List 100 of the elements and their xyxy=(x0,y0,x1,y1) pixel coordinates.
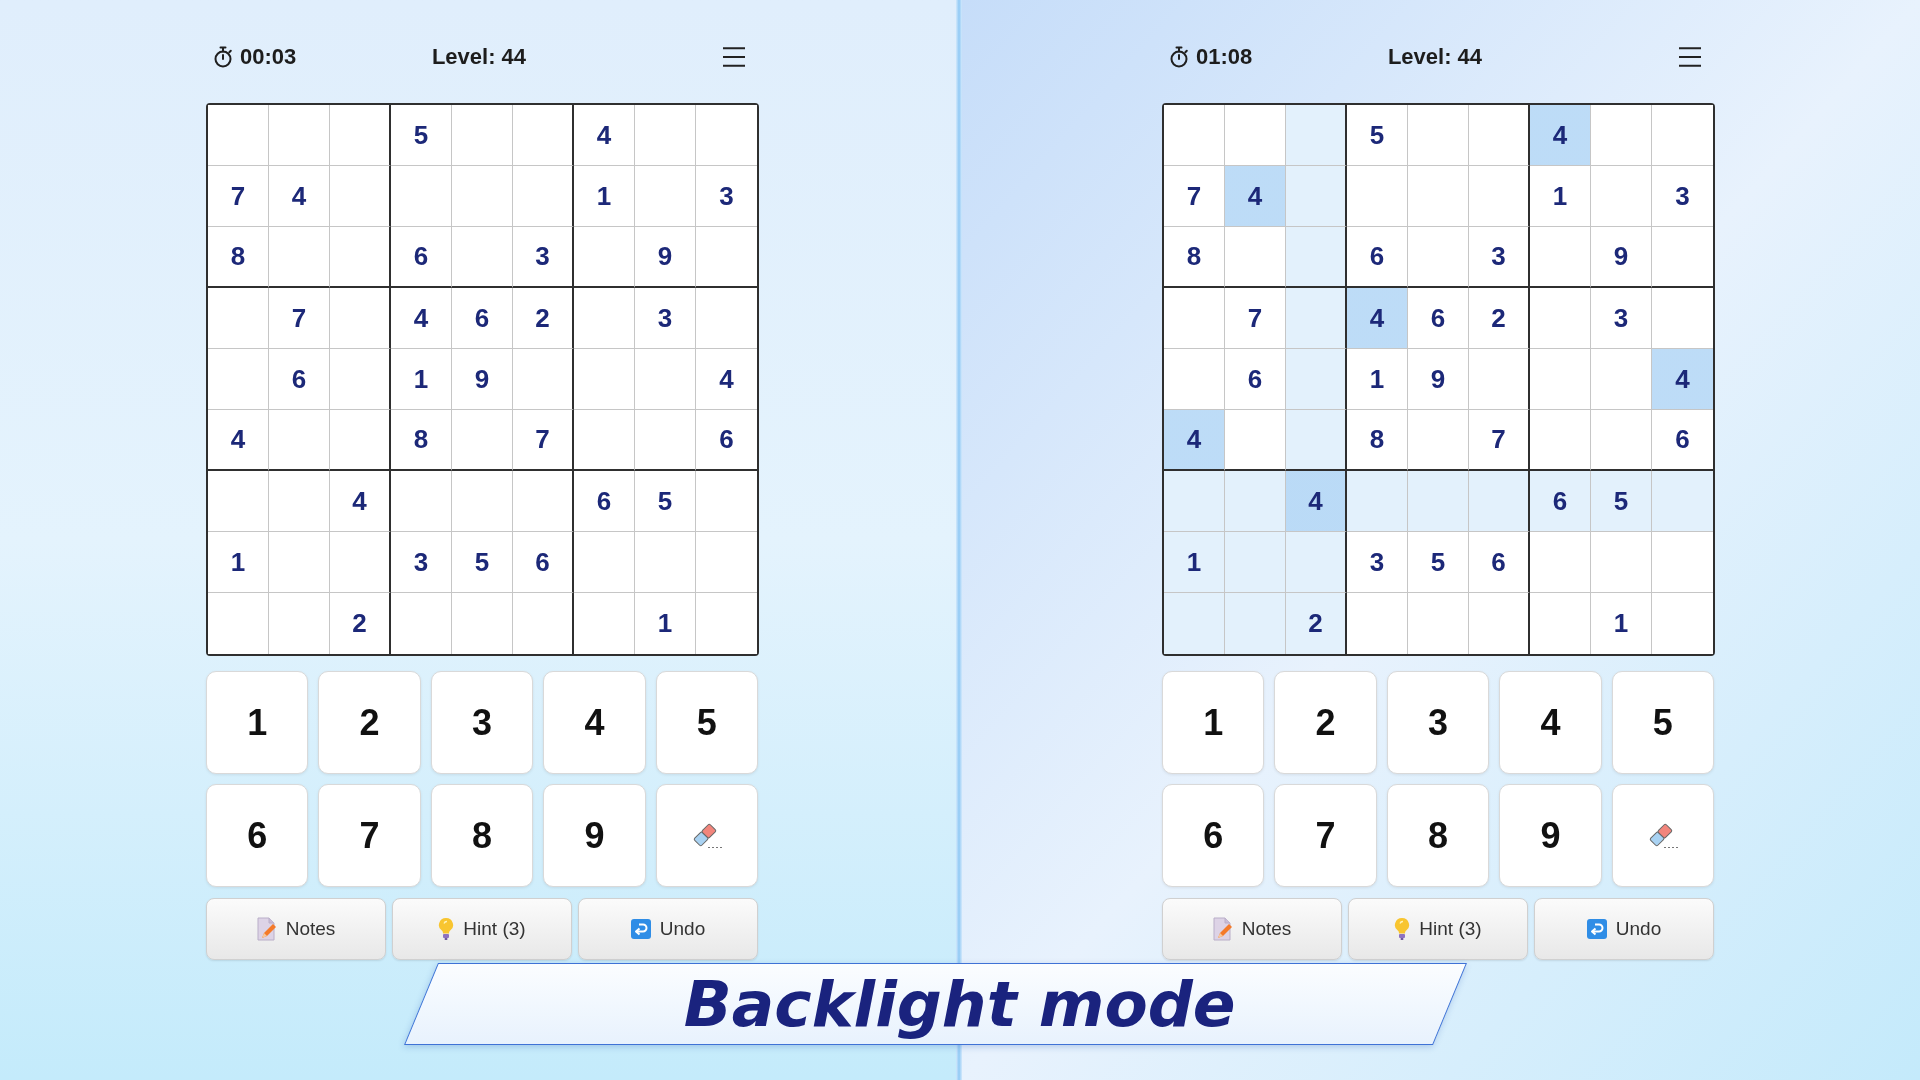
notes-button[interactable]: Notes xyxy=(206,898,386,960)
grid-cell[interactable]: 3 xyxy=(1469,227,1530,288)
eraser-button[interactable] xyxy=(655,784,758,887)
digit-key[interactable]: 7 xyxy=(1274,784,1377,887)
grid-cell[interactable] xyxy=(1286,410,1347,471)
grid-cell[interactable] xyxy=(1469,166,1530,227)
grid-cell[interactable]: 9 xyxy=(1408,349,1469,410)
grid-cell[interactable]: 7 xyxy=(1469,410,1530,471)
digit-key[interactable]: 3 xyxy=(430,671,534,774)
menu-icon[interactable] xyxy=(723,47,745,67)
grid-cell[interactable] xyxy=(330,227,391,288)
digit-key[interactable]: 7 xyxy=(318,784,421,887)
grid-cell[interactable]: 6 xyxy=(513,532,574,593)
grid-cell[interactable] xyxy=(330,532,391,593)
digit-key[interactable]: 5 xyxy=(1611,671,1714,774)
grid-cell[interactable]: 7 xyxy=(1164,166,1225,227)
grid-cell[interactable]: 8 xyxy=(1347,410,1408,471)
grid-cell[interactable]: 4 xyxy=(208,410,269,471)
grid-cell[interactable]: 1 xyxy=(391,349,452,410)
digit-key[interactable]: 8 xyxy=(430,784,534,887)
hint-button[interactable]: Hint (3) xyxy=(1348,898,1528,960)
grid-cell[interactable] xyxy=(330,166,391,227)
grid-cell[interactable]: 4 xyxy=(1530,105,1591,166)
grid-cell[interactable]: 3 xyxy=(513,227,574,288)
digit-key[interactable]: 4 xyxy=(543,671,646,774)
undo-button[interactable]: Undo xyxy=(1534,898,1714,960)
grid-cell[interactable]: 2 xyxy=(1469,288,1530,349)
digit-key[interactable]: 2 xyxy=(318,671,421,774)
grid-cell[interactable] xyxy=(330,410,391,471)
grid-cell[interactable]: 5 xyxy=(391,105,452,166)
grid-cell[interactable]: 9 xyxy=(1591,227,1652,288)
grid-cell[interactable] xyxy=(330,349,391,410)
grid-cell[interactable]: 3 xyxy=(391,532,452,593)
grid-cell[interactable]: 6 xyxy=(452,288,513,349)
grid-cell[interactable]: 6 xyxy=(1347,227,1408,288)
grid-cell[interactable]: 3 xyxy=(1591,288,1652,349)
grid-cell[interactable]: 4 xyxy=(269,166,330,227)
grid-cell[interactable] xyxy=(1469,105,1530,166)
grid-cell[interactable]: 7 xyxy=(208,166,269,227)
grid-cell[interactable]: 8 xyxy=(208,227,269,288)
grid-cell[interactable]: 5 xyxy=(1591,471,1652,532)
grid-cell[interactable]: 6 xyxy=(1225,349,1286,410)
grid-cell[interactable]: 6 xyxy=(1408,288,1469,349)
grid-cell[interactable] xyxy=(513,349,574,410)
grid-cell[interactable] xyxy=(1469,471,1530,532)
grid-cell[interactable]: 1 xyxy=(1164,532,1225,593)
notes-button[interactable]: Notes xyxy=(1162,898,1342,960)
grid-cell[interactable] xyxy=(1286,166,1347,227)
grid-cell[interactable] xyxy=(330,288,391,349)
grid-cell[interactable]: 4 xyxy=(1164,410,1225,471)
grid-cell[interactable]: 9 xyxy=(635,227,696,288)
grid-cell[interactable]: 5 xyxy=(1347,105,1408,166)
grid-cell[interactable]: 8 xyxy=(391,410,452,471)
grid-cell[interactable]: 2 xyxy=(513,288,574,349)
digit-key[interactable]: 8 xyxy=(1386,784,1490,887)
grid-cell[interactable]: 4 xyxy=(391,288,452,349)
grid-cell[interactable]: 7 xyxy=(269,288,330,349)
grid-cell[interactable]: 5 xyxy=(635,471,696,532)
grid-cell[interactable] xyxy=(1286,227,1347,288)
grid-cell[interactable]: 6 xyxy=(1469,532,1530,593)
grid-cell[interactable] xyxy=(513,166,574,227)
grid-cell[interactable]: 6 xyxy=(574,471,635,532)
hint-button[interactable]: Hint (3) xyxy=(392,898,572,960)
digit-key[interactable]: 9 xyxy=(1499,784,1602,887)
digit-key[interactable]: 5 xyxy=(655,671,758,774)
digit-key[interactable]: 6 xyxy=(206,784,309,887)
grid-cell[interactable]: 1 xyxy=(208,532,269,593)
grid-cell[interactable]: 3 xyxy=(635,288,696,349)
digit-key[interactable]: 6 xyxy=(1162,784,1265,887)
digit-key[interactable]: 3 xyxy=(1386,671,1490,774)
grid-cell[interactable] xyxy=(1469,349,1530,410)
grid-cell[interactable]: 2 xyxy=(1286,593,1347,654)
grid-cell[interactable]: 4 xyxy=(330,471,391,532)
grid-cell[interactable]: 4 xyxy=(1347,288,1408,349)
grid-cell[interactable]: 6 xyxy=(269,349,330,410)
grid-cell[interactable]: 4 xyxy=(1286,471,1347,532)
digit-key[interactable]: 1 xyxy=(206,671,309,774)
grid-cell[interactable]: 7 xyxy=(1225,288,1286,349)
grid-cell[interactable]: 4 xyxy=(1225,166,1286,227)
grid-cell[interactable]: 5 xyxy=(1408,532,1469,593)
digit-key[interactable]: 2 xyxy=(1274,671,1377,774)
grid-cell[interactable]: 4 xyxy=(574,105,635,166)
grid-cell[interactable]: 1 xyxy=(1347,349,1408,410)
grid-cell[interactable]: 5 xyxy=(452,532,513,593)
digit-key[interactable]: 4 xyxy=(1499,671,1602,774)
undo-button[interactable]: Undo xyxy=(578,898,758,960)
menu-icon[interactable] xyxy=(1679,47,1701,67)
digit-key[interactable]: 1 xyxy=(1162,671,1265,774)
grid-cell[interactable]: 3 xyxy=(1347,532,1408,593)
grid-cell[interactable] xyxy=(1286,105,1347,166)
grid-cell[interactable]: 1 xyxy=(574,166,635,227)
eraser-button[interactable] xyxy=(1611,784,1714,887)
digit-key[interactable]: 9 xyxy=(543,784,646,887)
grid-cell[interactable] xyxy=(513,471,574,532)
grid-cell[interactable]: 1 xyxy=(1530,166,1591,227)
grid-cell[interactable]: 8 xyxy=(1164,227,1225,288)
grid-cell[interactable]: 6 xyxy=(1530,471,1591,532)
grid-cell[interactable]: 9 xyxy=(452,349,513,410)
grid-cell[interactable] xyxy=(330,105,391,166)
grid-cell[interactable]: 7 xyxy=(513,410,574,471)
